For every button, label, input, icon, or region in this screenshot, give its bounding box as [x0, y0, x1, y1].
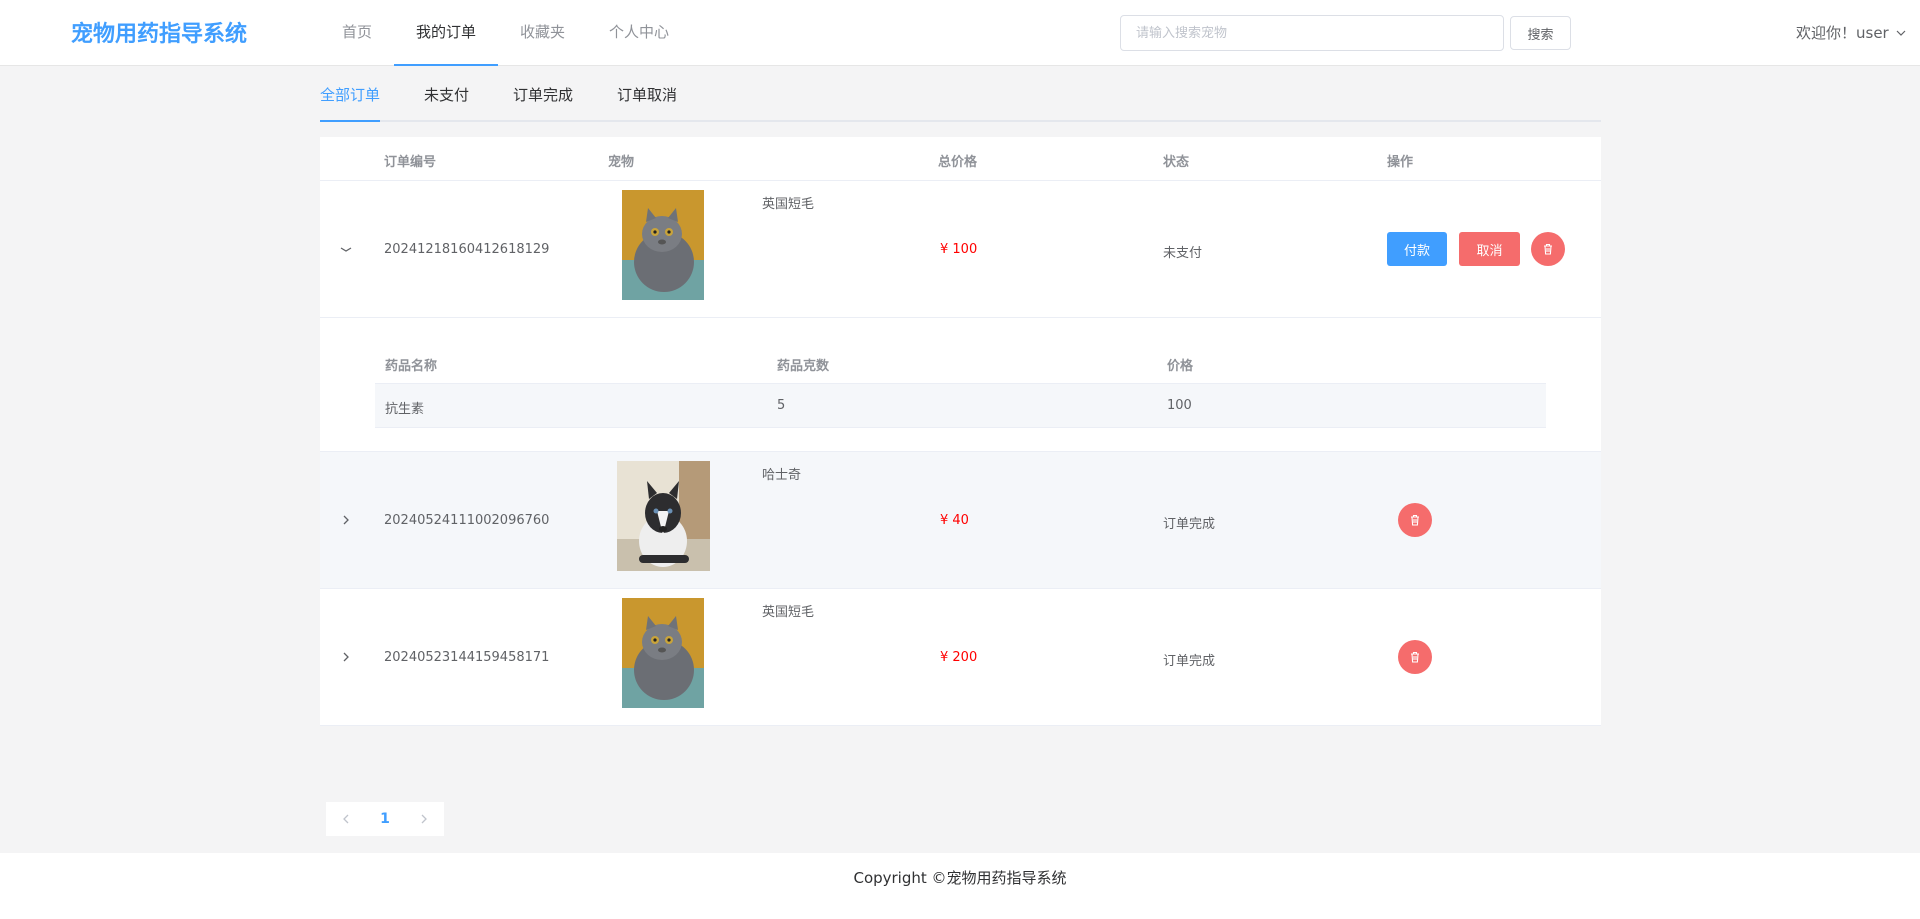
- delete-button[interactable]: [1531, 232, 1565, 266]
- tab-completed[interactable]: 订单完成: [513, 66, 573, 122]
- delete-button[interactable]: [1398, 640, 1432, 674]
- order-number: 20240523144159458171: [384, 650, 550, 665]
- page-number[interactable]: 1: [380, 811, 390, 827]
- pet-name: 哈士奇: [762, 468, 802, 483]
- nav-my-orders[interactable]: 我的订单: [394, 0, 499, 66]
- order-number: 20241218160412618129: [384, 242, 550, 257]
- search-button[interactable]: 搜索: [1510, 16, 1571, 50]
- tab-all-orders[interactable]: 全部订单: [320, 66, 381, 122]
- tab-unpaid[interactable]: 未支付: [424, 66, 469, 122]
- cancel-button[interactable]: 取消: [1459, 232, 1520, 266]
- welcome-text: 欢迎你！user: [1796, 24, 1889, 42]
- user-menu[interactable]: 欢迎你！user: [1796, 22, 1907, 43]
- medicine-table-header: 药品名称 药品克数 价格: [375, 341, 1546, 384]
- header-pet: 宠物: [608, 155, 635, 170]
- trash-icon: [1411, 651, 1419, 663]
- trash-icon: [1411, 514, 1419, 526]
- order-detail-panel: 药品名称 药品克数 价格 抗生素 5 100: [320, 318, 1601, 452]
- table-row: 20241218160412618129 英国短毛 ¥ 100 未支付 付款 取…: [320, 181, 1601, 318]
- table-row: 20240523144159458171 英国短毛 ¥ 200 订单完成: [320, 589, 1601, 726]
- medicine-table: 药品名称 药品克数 价格 抗生素 5 100: [375, 341, 1546, 428]
- site-logo[interactable]: 宠物用药指导系统: [71, 16, 247, 48]
- table-header: 订单编号 宠物 总价格 状态 操作: [320, 137, 1601, 181]
- order-status: 未支付: [1163, 246, 1203, 261]
- main-content: 全部订单 未支付 订单完成 订单取消 订单编号 宠物 总价格 状态 操作 202…: [320, 66, 1601, 836]
- trash-icon: [1544, 243, 1552, 255]
- medicine-row: 抗生素 5 100: [375, 384, 1546, 428]
- delete-button[interactable]: [1398, 503, 1432, 537]
- header-status: 状态: [1163, 155, 1190, 170]
- footer: Copyright ©宠物用药指导系统: [0, 853, 1920, 919]
- order-price: ¥ 100: [940, 242, 978, 257]
- chevron-right-icon[interactable]: [417, 812, 431, 826]
- header-order-no: 订单编号: [384, 155, 437, 170]
- order-price: ¥ 200: [940, 650, 978, 665]
- pet-image: [622, 598, 704, 708]
- header-total: 总价格: [938, 155, 978, 170]
- copyright-text: Copyright ©宠物用药指导系统: [853, 869, 1067, 887]
- header-medicine-name: 药品名称: [385, 359, 438, 374]
- chevron-down-icon[interactable]: [338, 241, 354, 257]
- medicine-price: 100: [1167, 398, 1192, 413]
- pet-image: [617, 461, 710, 571]
- pet-name: 英国短毛: [762, 605, 815, 620]
- order-tabs: 全部订单 未支付 订单完成 订单取消: [320, 66, 1601, 122]
- chevron-down-icon: [1896, 30, 1906, 36]
- pet-image: [622, 190, 704, 300]
- nav-profile[interactable]: 个人中心: [587, 0, 691, 66]
- gray-cat-image: [622, 190, 704, 300]
- order-status: 订单完成: [1163, 517, 1216, 532]
- search-input[interactable]: [1120, 15, 1504, 51]
- chevron-right-icon[interactable]: [338, 512, 354, 528]
- medicine-grams: 5: [777, 398, 786, 413]
- order-price: ¥ 40: [940, 513, 969, 528]
- chevron-right-icon[interactable]: [338, 649, 354, 665]
- medicine-name: 抗生素: [385, 402, 425, 417]
- husky-image: [617, 461, 710, 571]
- header-action: 操作: [1387, 155, 1414, 170]
- orders-table: 订单编号 宠物 总价格 状态 操作 20241218160412618129 英…: [320, 137, 1601, 726]
- nav-favorites[interactable]: 收藏夹: [498, 0, 587, 66]
- top-header: 宠物用药指导系统 首页 我的订单 收藏夹 个人中心 搜索 欢迎你！user: [0, 0, 1920, 66]
- header-medicine-grams: 药品克数: [777, 359, 830, 374]
- order-status: 订单完成: [1163, 654, 1216, 669]
- pagination: 1: [326, 802, 444, 836]
- main-nav: 首页 我的订单 收藏夹 个人中心: [320, 0, 691, 66]
- nav-home[interactable]: 首页: [320, 0, 394, 66]
- order-number: 20240524111002096760: [384, 513, 550, 528]
- pet-name: 英国短毛: [762, 197, 815, 212]
- gray-cat-image: [622, 598, 704, 708]
- pay-button[interactable]: 付款: [1387, 232, 1447, 266]
- header-medicine-price: 价格: [1167, 359, 1194, 374]
- chevron-left-icon[interactable]: [339, 812, 353, 826]
- table-row: 20240524111002096760 哈士奇 ¥ 40 订单完成: [320, 452, 1601, 589]
- tab-cancelled[interactable]: 订单取消: [617, 66, 677, 122]
